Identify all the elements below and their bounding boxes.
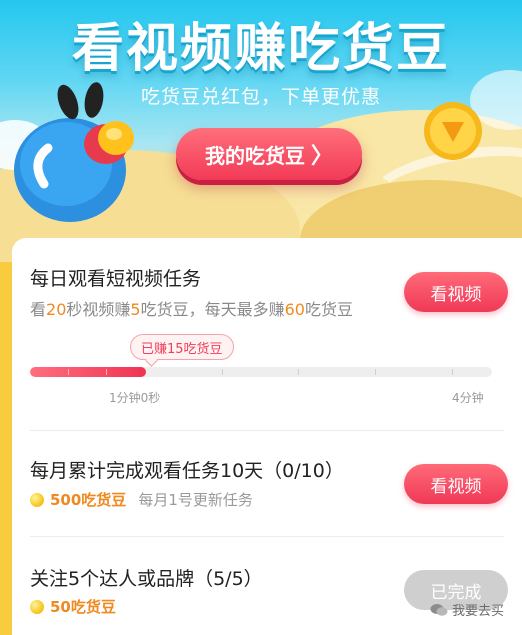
page-title: 看视频赚吃货豆 bbox=[71, 19, 450, 79]
follow-task-title: 关注5个达人或品牌（5/5） bbox=[30, 568, 263, 590]
progress-tick bbox=[375, 369, 376, 375]
monthly-task-title: 每月累计完成观看任务10天（0/10） bbox=[30, 460, 344, 482]
bean-coin-icon bbox=[30, 492, 44, 507]
progress-end-label: 4分钟 bbox=[452, 391, 484, 405]
my-beans-label: 我的吃货豆 bbox=[204, 143, 305, 168]
desc-text: 秒视频赚 bbox=[66, 300, 131, 319]
daily-task-title: 每日观看短视频任务 bbox=[30, 268, 202, 290]
watch-video-button[interactable]: 看视频 bbox=[404, 464, 508, 504]
hero-banner: 看视频赚吃货豆 吃货豆兑红包，下单更优惠 我的吃货豆 〉 bbox=[0, 0, 522, 262]
divider bbox=[30, 536, 504, 537]
watermark: 我要去买 bbox=[430, 600, 504, 619]
task-list-card: 每日观看短视频任务 看20秒视频赚5吃货豆，每天最多赚60吃货豆 看视频 已赚1… bbox=[12, 238, 522, 635]
reward-amount: 500吃货豆 bbox=[50, 491, 127, 509]
progress-tick bbox=[222, 369, 223, 375]
watch-progress-bar bbox=[30, 367, 492, 377]
play-coin-icon bbox=[424, 102, 482, 160]
side-accent-strip bbox=[0, 262, 12, 635]
progress-tick bbox=[298, 369, 299, 375]
desc-text: 吃货豆，每天最多赚 bbox=[140, 300, 285, 319]
progress-mid-label: 1分钟0秒 bbox=[109, 391, 161, 405]
desc-text: 看 bbox=[30, 300, 47, 319]
earned-beans-bubble: 已赚15吃货豆 bbox=[130, 334, 234, 360]
reward-amount: 50吃货豆 bbox=[50, 598, 116, 616]
mascot-bird-icon bbox=[14, 82, 134, 222]
divider bbox=[30, 430, 504, 431]
watch-video-button[interactable]: 看视频 bbox=[404, 272, 508, 312]
reward-note: 每月1号更新任务 bbox=[138, 491, 253, 509]
daily-task-description: 看20秒视频赚5吃货豆，每天最多赚60吃货豆 bbox=[30, 296, 353, 320]
follow-task-reward: 50吃货豆 bbox=[30, 596, 116, 617]
wechat-icon bbox=[430, 603, 448, 616]
desc-text: 吃货豆 bbox=[304, 300, 353, 319]
desc-daily-max: 60 bbox=[284, 300, 305, 319]
chevron-right-icon: 〉 bbox=[310, 144, 333, 169]
monthly-task-reward: 500吃货豆 每月1号更新任务 bbox=[30, 489, 253, 510]
watermark-text: 我要去买 bbox=[452, 604, 505, 619]
desc-beans-per-view: 5 bbox=[130, 300, 141, 319]
progress-tick bbox=[452, 369, 453, 375]
progress-tick bbox=[106, 369, 107, 375]
my-beans-button[interactable]: 我的吃货豆 〉 bbox=[176, 128, 362, 180]
watch-progress-fill bbox=[30, 367, 146, 377]
desc-seconds: 20 bbox=[46, 300, 67, 319]
progress-tick bbox=[68, 369, 69, 375]
bean-coin-icon bbox=[30, 599, 44, 614]
